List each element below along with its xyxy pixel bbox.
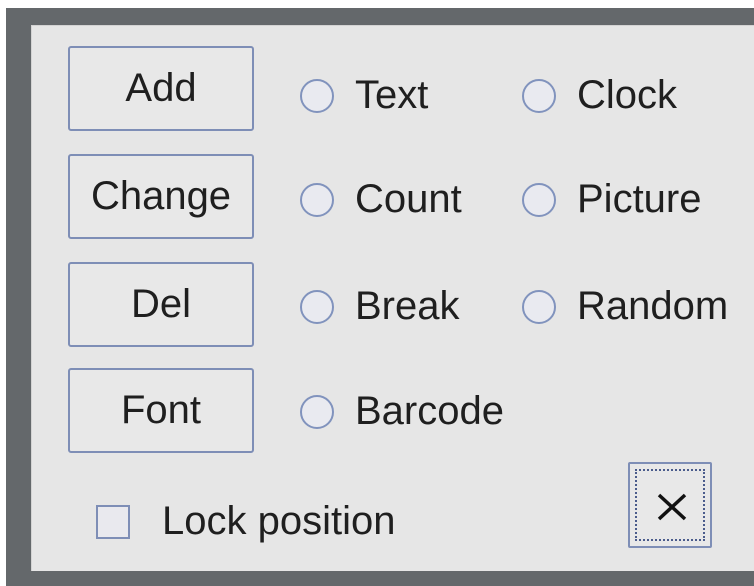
- radio-break[interactable]: Break: [300, 284, 460, 329]
- change-button-label: Change: [90, 174, 232, 218]
- radio-barcode-circle[interactable]: [300, 394, 334, 429]
- radio-break-circle[interactable]: [300, 289, 334, 324]
- radio-text[interactable]: Text: [300, 73, 428, 118]
- radio-count-circle[interactable]: [300, 182, 334, 217]
- add-button[interactable]: Add: [68, 46, 254, 131]
- radio-text-circle[interactable]: [300, 78, 334, 113]
- radio-picture-label: Picture: [577, 177, 702, 221]
- radio-break-label: Break: [355, 284, 460, 328]
- element-toolbox-panel: Add Change Del Font Text Clock Count Pic…: [31, 25, 754, 571]
- radio-random-circle[interactable]: [522, 289, 556, 324]
- radio-barcode[interactable]: Barcode: [300, 389, 504, 434]
- radio-clock[interactable]: Clock: [522, 73, 677, 118]
- radio-count-label: Count: [355, 177, 462, 221]
- radio-count[interactable]: Count: [300, 177, 462, 222]
- add-button-label: Add: [125, 66, 197, 110]
- close-button[interactable]: [628, 462, 712, 548]
- top-edge: [0, 0, 754, 8]
- radio-random[interactable]: Random: [522, 284, 728, 329]
- font-button-label: Font: [120, 388, 202, 432]
- change-button[interactable]: Change: [68, 154, 254, 239]
- font-button[interactable]: Font: [68, 368, 254, 453]
- left-edge: [0, 8, 6, 586]
- radio-barcode-label: Barcode: [355, 389, 504, 433]
- lock-position-box[interactable]: [96, 504, 130, 539]
- lock-position-label: Lock position: [162, 499, 396, 543]
- del-button[interactable]: Del: [68, 262, 254, 347]
- lock-position-checkbox[interactable]: Lock position: [96, 499, 395, 544]
- radio-picture[interactable]: Picture: [522, 177, 702, 222]
- radio-text-label: Text: [355, 73, 429, 117]
- del-button-label: Del: [130, 282, 192, 326]
- radio-random-label: Random: [577, 284, 729, 328]
- radio-clock-circle[interactable]: [522, 78, 556, 113]
- close-icon: [657, 493, 687, 521]
- radio-clock-label: Clock: [577, 73, 678, 117]
- radio-picture-circle[interactable]: [522, 182, 556, 217]
